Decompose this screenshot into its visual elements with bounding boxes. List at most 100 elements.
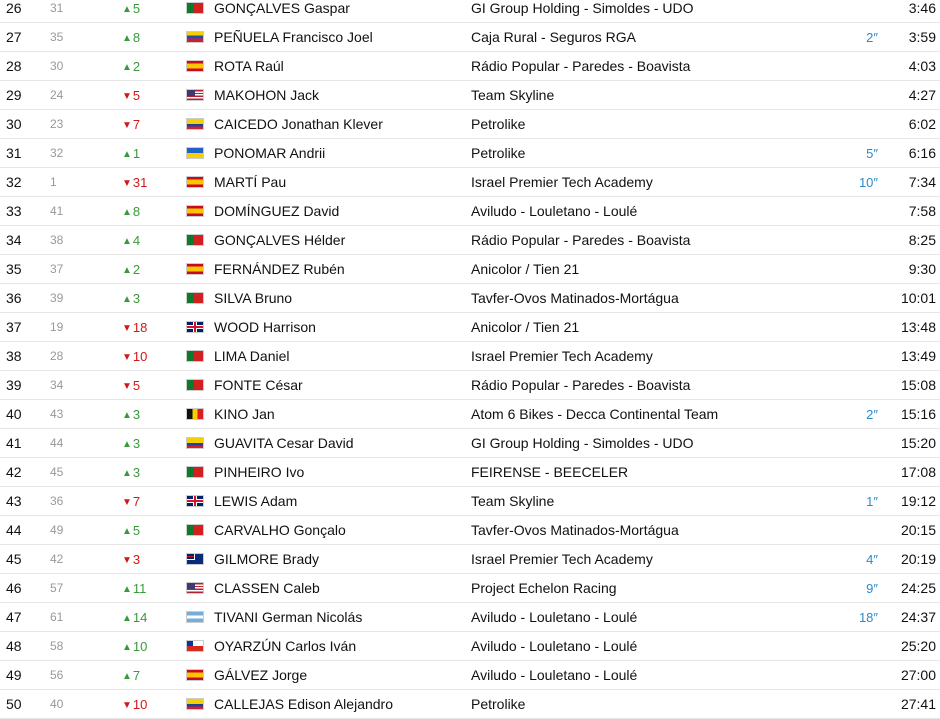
rank-change-value: 3 <box>132 290 141 306</box>
time-gap: 13:49 <box>900 348 936 364</box>
arrow-up-icon: ▲ <box>122 264 132 276</box>
arrow-up-icon: ▲ <box>122 148 132 160</box>
rider-name-link[interactable]: ROTA Raúl <box>214 58 471 74</box>
team-name-link[interactable]: Israel Premier Tech Academy <box>471 174 831 190</box>
team-name-link[interactable]: Aviludo - Louletano - Loulé <box>471 203 831 219</box>
team-name-link[interactable]: Tavfer-Ovos Matinados-Mortágua <box>471 290 831 306</box>
time-gap: 20:15 <box>900 522 936 538</box>
time-gap: 24:37 <box>900 609 936 625</box>
rider-name-link[interactable]: WOOD Harrison <box>214 319 471 335</box>
previous-rank: 28 <box>50 349 64 363</box>
rank-change-value: 14 <box>132 609 148 625</box>
country-flag-icon <box>186 60 214 72</box>
team-name-link[interactable]: Rádio Popular - Paredes - Boavista <box>471 377 831 393</box>
rank-change-value: 7 <box>132 667 141 683</box>
rider-name-link[interactable]: GONÇALVES Gaspar <box>214 0 471 16</box>
team-name-link[interactable]: Petrolike <box>471 145 831 161</box>
rider-name-link[interactable]: SILVA Bruno <box>214 290 471 306</box>
arrow-down-icon: ▼ <box>122 496 132 508</box>
team-name-link[interactable]: Petrolike <box>471 696 831 712</box>
rank: 26 <box>6 0 22 16</box>
rider-name-link[interactable]: DOMÍNGUEZ David <box>214 203 471 219</box>
rider-name-link[interactable]: GILMORE Brady <box>214 551 471 567</box>
team-name-link[interactable]: GI Group Holding - Simoldes - UDO <box>471 435 831 451</box>
time-gap: 13:48 <box>900 319 936 335</box>
team-name-link[interactable]: Anicolor / Tien 21 <box>471 319 831 335</box>
rank-change: ▲11 <box>120 581 186 596</box>
rank-change: ▲2 <box>120 59 186 74</box>
rider-name-link[interactable]: LIMA Daniel <box>214 348 471 364</box>
rank-change: ▼5 <box>120 88 186 103</box>
team-name-link[interactable]: Team Skyline <box>471 493 831 509</box>
previous-rank: 23 <box>50 117 64 131</box>
rider-name-link[interactable]: PONOMAR Andrii <box>214 145 471 161</box>
rank-change: ▼10 <box>120 697 186 712</box>
team-name-link[interactable]: Rádio Popular - Paredes - Boavista <box>471 58 831 74</box>
rider-name-link[interactable]: LEWIS Adam <box>214 493 471 509</box>
rank-change: ▲4 <box>120 233 186 248</box>
rider-name-link[interactable]: CAICEDO Jonathan Klever <box>214 116 471 132</box>
time-gap: 7:58 <box>908 203 936 219</box>
country-flag-icon <box>186 292 214 304</box>
rider-name-link[interactable]: MAKOHON Jack <box>214 87 471 103</box>
rank: 44 <box>6 522 22 538</box>
rider-name-link[interactable]: CLASSEN Caleb <box>214 580 471 596</box>
team-name-link[interactable]: Tavfer-Ovos Matinados-Mortágua <box>471 522 831 538</box>
rank-change-value: 8 <box>132 203 141 219</box>
rider-name-link[interactable]: FONTE César <box>214 377 471 393</box>
previous-rank: 39 <box>50 291 64 305</box>
rider-name-link[interactable]: FERNÁNDEZ Rubén <box>214 261 471 277</box>
rider-name-link[interactable]: OYARZÚN Carlos Iván <box>214 638 471 654</box>
rider-name-link[interactable]: PEÑUELA Francisco Joel <box>214 29 471 45</box>
rank-change-value: 1 <box>132 145 141 161</box>
time-gap: 6:02 <box>908 116 936 132</box>
arrow-up-icon: ▲ <box>122 467 132 479</box>
country-flag-icon <box>186 582 214 594</box>
rank-change-value: 4 <box>132 232 141 248</box>
rank-change-value: 7 <box>132 116 141 132</box>
country-flag-icon <box>186 263 214 275</box>
previous-rank: 37 <box>50 262 64 276</box>
team-name-link[interactable]: Rádio Popular - Paredes - Boavista <box>471 232 831 248</box>
table-row: 50 40 ▼10 CALLEJAS Edison Alejandro Petrolik… <box>0 690 940 719</box>
team-name-link[interactable]: Israel Premier Tech Academy <box>471 551 831 567</box>
rider-name-link[interactable]: MARTÍ Pau <box>214 174 471 190</box>
rider-name-link[interactable]: GÁLVEZ Jorge <box>214 667 471 683</box>
team-name-link[interactable]: Israel Premier Tech Academy <box>471 348 831 364</box>
time-gap: 20:19 <box>900 551 936 567</box>
team-name-link[interactable]: Aviludo - Louletano - Loulé <box>471 667 831 683</box>
team-name-link[interactable]: Team Skyline <box>471 87 831 103</box>
arrow-down-icon: ▼ <box>122 177 132 189</box>
rider-name-link[interactable]: CALLEJAS Edison Alejandro <box>214 696 471 712</box>
rider-name-link[interactable]: KINO Jan <box>214 406 471 422</box>
time-gap: 6:16 <box>908 145 936 161</box>
rider-name-link[interactable]: GONÇALVES Hélder <box>214 232 471 248</box>
time-gap: 7:34 <box>908 174 936 190</box>
rank: 34 <box>6 232 22 248</box>
rider-name-link[interactable]: GUAVITA Cesar David <box>214 435 471 451</box>
team-name-link[interactable]: Petrolike <box>471 116 831 132</box>
team-name-link[interactable]: Aviludo - Louletano - Loulé <box>471 609 831 625</box>
rider-name-link[interactable]: PINHEIRO Ivo <box>214 464 471 480</box>
rank: 40 <box>6 406 22 422</box>
team-name-link[interactable]: FEIRENSE - BEECELER <box>471 464 831 480</box>
country-flag-icon <box>186 553 214 565</box>
country-flag-icon <box>186 611 214 623</box>
table-row: 43 36 ▼7 LEWIS Adam Team Skyline 1″ 19:12 <box>0 487 940 516</box>
team-name-link[interactable]: Project Echelon Racing <box>471 580 831 596</box>
time-gap: 4:03 <box>908 58 936 74</box>
team-name-link[interactable]: Aviludo - Louletano - Loulé <box>471 638 831 654</box>
rider-name-link[interactable]: CARVALHO Gonçalo <box>214 522 471 538</box>
team-name-link[interactable]: Anicolor / Tien 21 <box>471 261 831 277</box>
table-row: 49 56 ▲7 GÁLVEZ Jorge Aviludo - Louletano - … <box>0 661 940 690</box>
previous-rank: 35 <box>50 30 64 44</box>
country-flag-icon <box>186 495 214 507</box>
previous-rank: 43 <box>50 407 64 421</box>
team-name-link[interactable]: Atom 6 Bikes - Decca Continental Team <box>471 406 831 422</box>
team-name-link[interactable]: Caja Rural - Seguros RGA <box>471 29 831 45</box>
team-name-link[interactable]: GI Group Holding - Simoldes - UDO <box>471 0 831 16</box>
country-flag-icon <box>186 640 214 652</box>
rider-name-link[interactable]: TIVANI German Nicolás <box>214 609 471 625</box>
arrow-up-icon: ▲ <box>122 235 132 247</box>
rank-change-value: 5 <box>132 522 141 538</box>
